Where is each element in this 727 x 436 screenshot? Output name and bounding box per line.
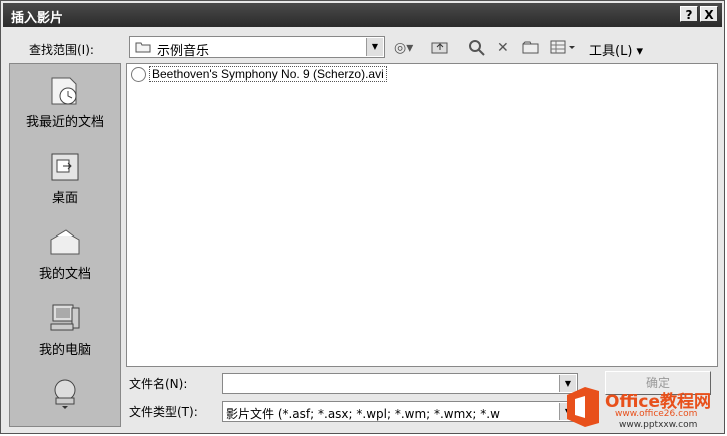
folder-icon xyxy=(135,41,151,53)
watermark-url-secondary: www.pptxxw.com xyxy=(619,420,698,430)
filename-label: 文件名(N): xyxy=(129,377,188,391)
my-documents-icon xyxy=(48,226,82,260)
place-desktop[interactable]: 桌面 xyxy=(10,150,120,206)
network-places-icon xyxy=(48,376,82,410)
new-folder-icon[interactable] xyxy=(522,39,540,57)
my-computer-icon xyxy=(48,302,82,336)
places-bar: 我最近的文档 桌面 我的文档 我的电脑 xyxy=(9,63,121,427)
place-recent-documents[interactable]: 我最近的文档 xyxy=(10,74,120,130)
recent-documents-icon xyxy=(48,74,82,108)
place-my-documents[interactable]: 我的文档 xyxy=(10,226,120,282)
help-button[interactable]: ? xyxy=(680,6,698,22)
place-network[interactable] xyxy=(10,376,120,410)
delete-icon[interactable]: ✕ xyxy=(497,39,509,57)
place-label: 我的电脑 xyxy=(38,343,91,358)
filetype-dropdown[interactable]: 影片文件 (*.asf; *.asx; *.wpl; *.wm; *.wmx; … xyxy=(222,401,578,422)
lookin-dropdown[interactable]: 示例音乐 ▼ xyxy=(129,36,385,59)
dialog-title: 插入影片 xyxy=(11,11,64,26)
insert-movie-dialog: 插入影片 ? X 查找范围(I): 示例音乐 ▼ ◎▾ ✕ 工具(L) ▾ 我最… xyxy=(0,0,725,434)
office-logo-icon xyxy=(567,387,599,427)
lookin-label: 查找范围(I): xyxy=(29,43,94,57)
close-button[interactable]: X xyxy=(700,6,718,22)
chevron-down-icon[interactable]: ▼ xyxy=(366,38,383,56)
up-folder-icon[interactable] xyxy=(431,39,449,57)
back-icon[interactable]: ◎▾ xyxy=(394,39,413,57)
title-bar[interactable]: 插入影片 ? X xyxy=(3,3,722,27)
search-web-icon[interactable] xyxy=(468,39,486,57)
place-my-computer[interactable]: 我的电脑 xyxy=(10,302,120,358)
lookin-value: 示例音乐 xyxy=(157,44,210,59)
file-name: Beethoven's Symphony No. 9 (Scherzo).avi xyxy=(149,66,387,82)
views-icon[interactable] xyxy=(550,39,576,57)
filename-input[interactable]: ▼ xyxy=(222,373,578,394)
file-list[interactable]: Beethoven's Symphony No. 9 (Scherzo).avi xyxy=(126,63,718,367)
place-label: 我最近的文档 xyxy=(25,115,104,130)
list-item[interactable]: Beethoven's Symphony No. 9 (Scherzo).avi xyxy=(131,66,387,85)
watermark-logo: Office教程网 www.office26.com www.pptxxw.co… xyxy=(559,379,725,431)
desktop-icon xyxy=(48,150,82,184)
filetype-value: 影片文件 (*.asf; *.asx; *.wpl; *.wm; *.wmx; … xyxy=(226,407,500,421)
place-label: 我的文档 xyxy=(38,267,91,282)
place-label: 桌面 xyxy=(51,191,78,206)
filetype-label: 文件类型(T): xyxy=(129,405,198,419)
tools-menu[interactable]: 工具(L) ▾ xyxy=(589,40,643,59)
watermark-url: www.office26.com xyxy=(615,409,698,419)
video-file-icon xyxy=(131,67,146,83)
tools-label: 工具(L) xyxy=(589,44,633,59)
